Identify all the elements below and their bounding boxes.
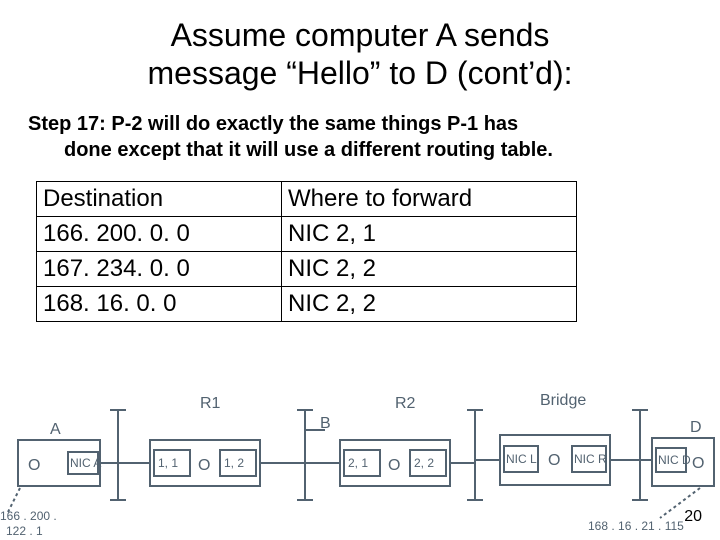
network-diagram: R1 R2 Bridge A O NIC A 1, 1 1, 2 O B: [0, 390, 720, 540]
label-r1: R1: [200, 395, 221, 412]
cell-fwd: NIC 2, 2: [282, 286, 577, 321]
label-oR1L: O: [198, 457, 210, 474]
table-row: 166. 200. 0. 0 NIC 2, 1: [37, 216, 577, 251]
label-r2-left: 2, 1: [348, 456, 368, 470]
step-text: Step 17: P-2 will do exactly the same th…: [0, 93, 720, 163]
label-bridge: Bridge: [540, 392, 586, 409]
table-row: Destination Where to forward: [37, 181, 577, 216]
cell-dest: 167. 234. 0. 0: [37, 251, 282, 286]
label-r1-left: 1, 1: [158, 456, 178, 470]
label-oA: O: [28, 457, 40, 474]
table-row: 167. 234. 0. 0 NIC 2, 2: [37, 251, 577, 286]
label-r2: R2: [395, 395, 416, 412]
cell-fwd: NIC 2, 2: [282, 251, 577, 286]
ip-right: 168 . 16 . 21 . 115: [588, 519, 684, 533]
label-r2-right: 2, 2: [414, 456, 434, 470]
page-number: 20: [684, 508, 702, 526]
cell-fwd: NIC 2, 1: [282, 216, 577, 251]
label-nicR: NIC R: [574, 452, 607, 466]
routing-table: Destination Where to forward 166. 200. 0…: [36, 181, 577, 322]
header-destination: Destination: [37, 181, 282, 216]
label-nicA: NIC A: [70, 456, 101, 470]
label-nicD: NIC D: [658, 453, 691, 467]
label-oBL: O: [548, 452, 560, 469]
ip-left-1: 166 . 200 .: [0, 509, 57, 523]
label-r1-right: 1, 2: [224, 456, 244, 470]
label-oR2R: O: [388, 457, 400, 474]
cell-dest: 166. 200. 0. 0: [37, 216, 282, 251]
slide: Assume computer A sends message “Hello” …: [0, 0, 720, 540]
cell-dest: 168. 16. 0. 0: [37, 286, 282, 321]
ip-left-2: 122 . 1: [6, 524, 43, 538]
page-title: Assume computer A sends message “Hello” …: [0, 0, 720, 93]
title-line-2: message “Hello” to D (cont’d):: [147, 55, 572, 91]
label-a: A: [50, 421, 61, 438]
diagram-svg: R1 R2 Bridge A O NIC A 1, 1 1, 2 O B: [0, 390, 720, 540]
label-nicL: NIC L: [506, 452, 537, 466]
label-d: D: [690, 419, 702, 436]
step-cont: done except that it will use a different…: [28, 137, 692, 163]
step-lead: Step 17: P-2 will do exactly the same th…: [28, 113, 518, 135]
label-oD: O: [692, 455, 704, 472]
header-forward: Where to forward: [282, 181, 577, 216]
title-line-1: Assume computer A sends: [171, 17, 550, 53]
table-row: 168. 16. 0. 0 NIC 2, 2: [37, 286, 577, 321]
